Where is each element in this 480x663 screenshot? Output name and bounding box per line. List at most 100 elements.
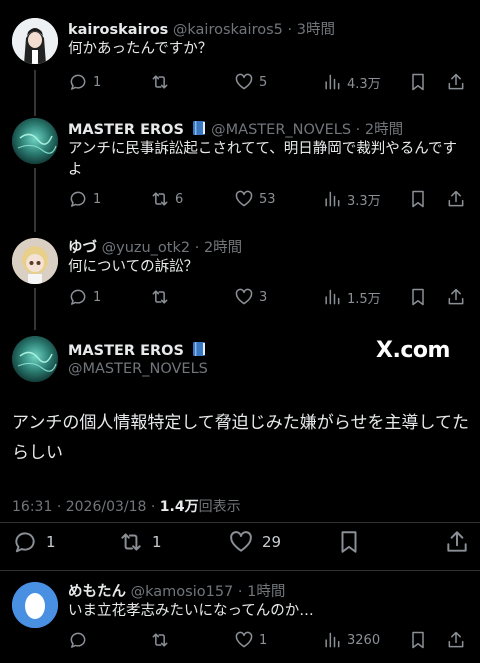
reply-tweet[interactable]: MASTER EROS @MASTER_NOVELS · 2時間 アンチに民事訴…: [0, 118, 480, 218]
display-name[interactable]: ゆづ: [68, 240, 97, 256]
reply-tweet[interactable]: kairoskairos @kairoskairos5 · 3時間 何かあったん…: [0, 18, 480, 98]
bookmark-button[interactable]: [408, 71, 428, 93]
reply-icon: [70, 289, 86, 305]
retweet-count: 6: [175, 191, 184, 207]
views-button[interactable]: 1.5万: [322, 286, 381, 308]
like-button[interactable]: 5: [234, 71, 267, 93]
avatar[interactable]: [12, 336, 58, 382]
timestamp[interactable]: 2時間: [365, 122, 403, 138]
like-icon: [235, 73, 253, 90]
reply-icon: [70, 191, 86, 207]
share-button[interactable]: [446, 71, 466, 93]
like-button[interactable]: 53: [234, 188, 276, 210]
reply-button[interactable]: 1: [68, 71, 101, 93]
display-name[interactable]: MASTER EROS: [68, 122, 184, 138]
avatar[interactable]: [12, 18, 58, 64]
share-icon: [448, 73, 464, 90]
timestamp[interactable]: 2時間: [204, 240, 242, 256]
like-button[interactable]: 1: [234, 629, 267, 651]
reply-count: 1: [46, 533, 56, 551]
display-name[interactable]: kairoskairos: [68, 22, 168, 38]
avatar[interactable]: [12, 582, 58, 628]
share-button[interactable]: [446, 188, 466, 210]
share-button[interactable]: [444, 531, 470, 553]
verified-book-icon: [192, 342, 205, 356]
view-count: 3.3万: [347, 193, 381, 209]
handle[interactable]: @yuzu_otk2: [102, 240, 191, 256]
share-icon: [448, 631, 464, 648]
tweet-date[interactable]: 2026/03/18: [66, 499, 147, 515]
reply-button[interactable]: [68, 629, 93, 651]
bookmark-button[interactable]: [408, 188, 428, 210]
views-icon: [325, 632, 340, 648]
action-bar: 1 6 53 3.3万: [68, 188, 468, 210]
handle[interactable]: @MASTER_NOVELS: [211, 122, 351, 138]
retweet-icon: [152, 633, 168, 647]
main-action-bar: 1 1 29: [0, 530, 480, 558]
retweet-icon: [152, 290, 168, 304]
bookmark-icon: [412, 190, 424, 208]
share-icon: [448, 288, 464, 305]
tweet-header: MASTER EROS: [68, 341, 207, 359]
dot-separator: ·: [287, 22, 293, 38]
like-button[interactable]: 3: [234, 286, 267, 308]
reply-button[interactable]: 1: [12, 531, 56, 553]
reply-button[interactable]: 1: [68, 286, 101, 308]
retweet-button[interactable]: [150, 71, 175, 93]
reply-icon: [15, 532, 35, 553]
bookmark-button[interactable]: [408, 286, 428, 308]
display-name[interactable]: MASTER EROS: [68, 343, 184, 359]
bookmark-button[interactable]: [336, 531, 362, 553]
tweet-header: ゆづ @yuzu_otk2 · 2時間: [68, 236, 242, 257]
bookmark-button[interactable]: [408, 629, 428, 651]
display-name[interactable]: めもたん: [68, 584, 126, 600]
tweet-text: アンチに民事訴訟起こされてて、明日静岡で裁判やるんですよ: [68, 141, 458, 178]
avatar[interactable]: [12, 118, 58, 164]
reply-icon: [70, 632, 86, 648]
timestamp[interactable]: 3時間: [297, 22, 335, 38]
reply-count: 1: [93, 191, 102, 207]
dot-separator: ·: [237, 584, 243, 600]
timestamp[interactable]: 1時間: [247, 584, 285, 600]
dot-separator: ·: [194, 240, 200, 256]
avatar[interactable]: [12, 238, 58, 284]
view-count: 1.5万: [347, 291, 381, 307]
reply-tweet[interactable]: ゆづ @yuzu_otk2 · 2時間 何についての訴訟？ 1 3 1.5万: [0, 236, 480, 316]
views-icon: [325, 191, 340, 207]
like-icon: [230, 531, 252, 552]
like-button[interactable]: 29: [228, 531, 281, 553]
reply-tweet[interactable]: めもたん @kamosio157 · 1時間 いま立花孝志みたいになってんのか……: [0, 580, 480, 663]
action-bar: 1 5 4.3万: [68, 71, 468, 93]
share-icon: [448, 190, 464, 207]
view-count: 1.4万: [159, 499, 199, 515]
tweet-meta: 16:31 · 2026/03/18 · 1.4万回表示: [12, 496, 241, 516]
retweet-icon: [152, 192, 168, 206]
views-button[interactable]: 3260: [322, 629, 380, 651]
like-icon: [235, 631, 253, 648]
bookmark-icon: [412, 631, 424, 649]
bookmark-icon: [412, 73, 424, 91]
views-button[interactable]: 4.3万: [322, 71, 381, 93]
retweet-button[interactable]: [150, 286, 175, 308]
tweet-time[interactable]: 16:31: [12, 499, 52, 515]
share-button[interactable]: [446, 629, 466, 651]
reply-count: 1: [93, 289, 102, 305]
share-button[interactable]: [446, 286, 466, 308]
retweet-button[interactable]: [150, 629, 175, 651]
tweet-text: 何についての訴訟？: [68, 259, 199, 275]
views-button[interactable]: 3.3万: [322, 188, 381, 210]
handle[interactable]: @kamosio157: [131, 584, 234, 600]
like-count: 53: [259, 191, 276, 207]
handle[interactable]: @kairoskairos5: [173, 22, 283, 38]
tweet-text: いま立花孝志みたいになってんのか…: [68, 603, 314, 619]
tweet-text: 何かあったんですか？: [68, 41, 213, 57]
handle[interactable]: @MASTER_NOVELS: [68, 361, 208, 377]
like-count: 3: [259, 289, 268, 305]
reply-button[interactable]: 1: [68, 188, 101, 210]
retweet-icon: [152, 75, 168, 89]
tweet-header: めもたん @kamosio157 · 1時間: [68, 580, 285, 601]
verified-book-icon: [192, 121, 205, 135]
retweet-button[interactable]: 6: [150, 188, 183, 210]
retweet-button[interactable]: 1: [118, 531, 162, 553]
retweet-icon: [121, 533, 141, 551]
